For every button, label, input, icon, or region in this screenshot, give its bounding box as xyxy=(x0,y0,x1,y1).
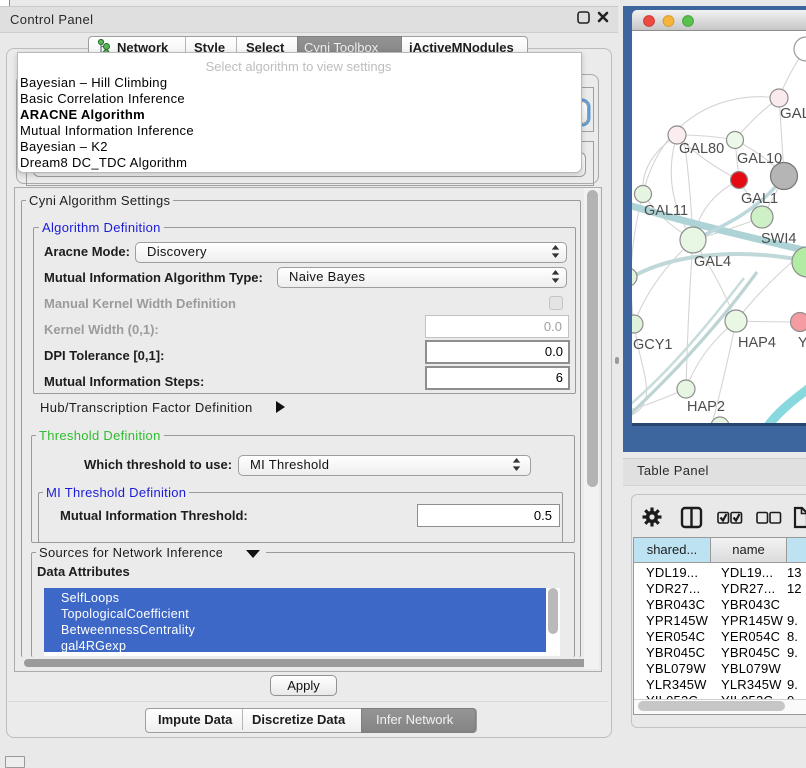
svg-text:GAL11: GAL11 xyxy=(644,203,688,219)
svg-text:HAP4: HAP4 xyxy=(738,335,776,351)
svg-text:GAL: GAL xyxy=(780,105,806,122)
svg-text:GAL1: GAL1 xyxy=(741,191,778,207)
svg-text:GAL80: GAL80 xyxy=(679,141,724,157)
svg-text:HAP2: HAP2 xyxy=(687,399,725,415)
svg-text:GAL4: GAL4 xyxy=(694,254,731,270)
svg-text:Y: Y xyxy=(798,335,806,351)
svg-text:GAL10: GAL10 xyxy=(737,151,782,167)
svg-text:GCY1: GCY1 xyxy=(633,337,673,353)
svg-text:SWI4: SWI4 xyxy=(761,231,796,247)
